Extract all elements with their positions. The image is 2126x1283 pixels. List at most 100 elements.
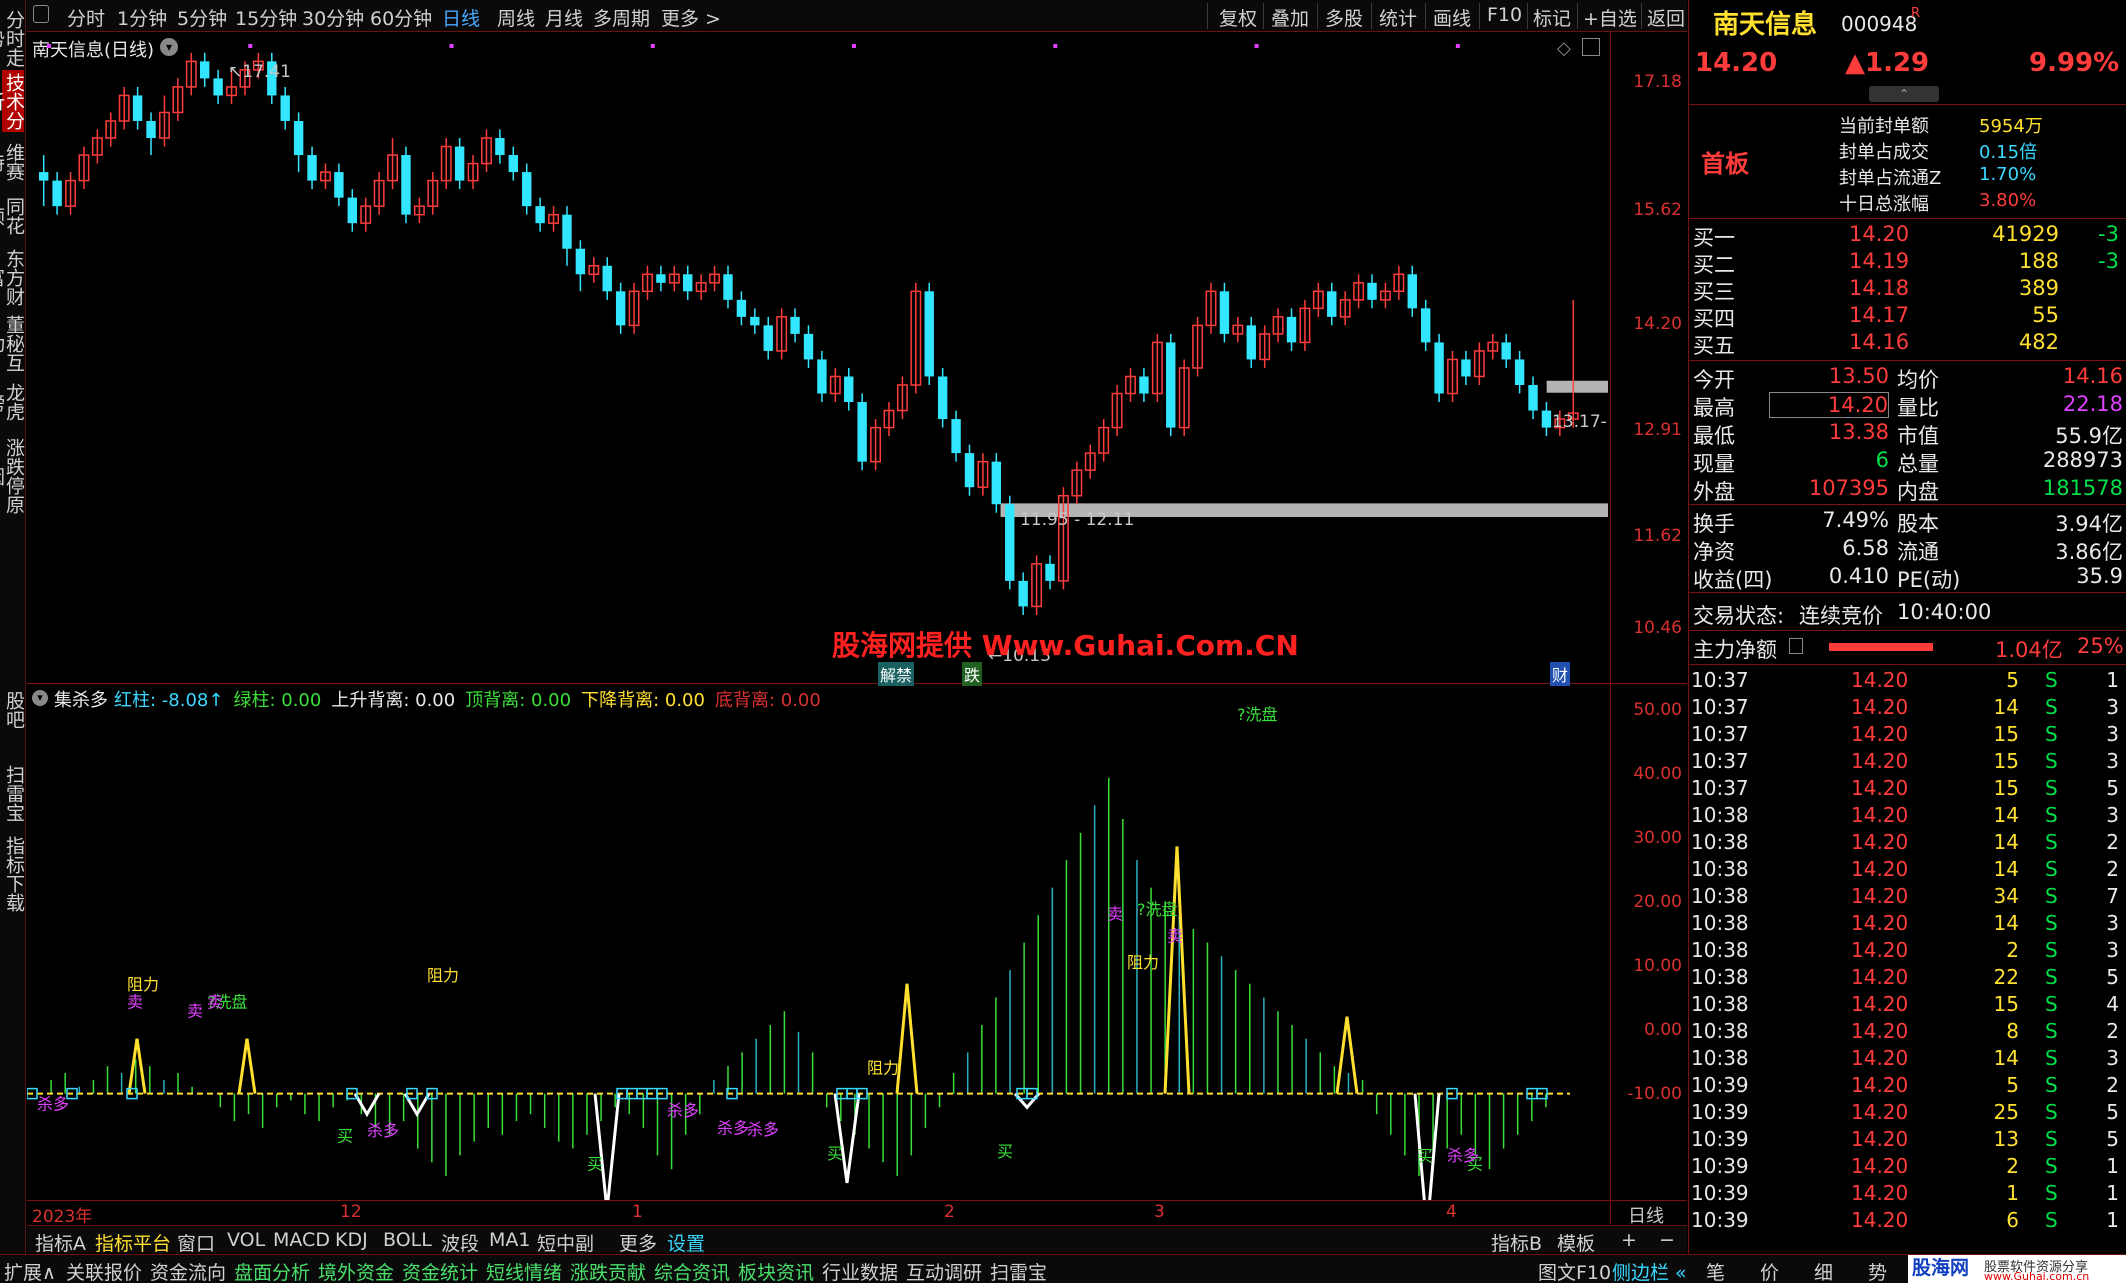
bid-row[interactable]: 买四 14.17 55 <box>1689 303 2126 331</box>
more-tab[interactable]: 更多 <box>619 1229 657 1256</box>
tab-trend[interactable]: 势 <box>1868 1258 1887 1283</box>
seal-value: 0.15倍 <box>1979 142 2038 163</box>
tab-limit-reason[interactable]: 涨跌停原因 <box>0 430 25 522</box>
tick-row: 10:37 14.20 15 S 3 <box>1691 722 2119 746</box>
candle <box>413 197 425 224</box>
tab-secretary[interactable]: 董秘互动 <box>0 312 25 374</box>
tab-tonghuashun[interactable]: 同花顺 <box>0 192 25 240</box>
template-tab[interactable]: 模板 <box>1557 1229 1595 1256</box>
period-tab-more[interactable]: 更多 > <box>661 4 721 31</box>
macd-tab[interactable]: MACD <box>273 1229 330 1251</box>
saoleibao-tab[interactable]: 扫雷宝 <box>990 1258 1047 1283</box>
zoom-in-button[interactable]: + <box>1621 1229 1637 1251</box>
toggle-panel-icon[interactable] <box>33 5 49 23</box>
candle-body <box>1541 410 1552 428</box>
short-sentiment-tab[interactable]: 短线情绪 <box>486 1258 562 1283</box>
zoom-out-button[interactable]: − <box>1659 1229 1675 1251</box>
period-tab-5min[interactable]: 5分钟 <box>177 4 227 31</box>
contribution-tab[interactable]: 涨跌贡献 <box>570 1258 646 1283</box>
tab-detail[interactable]: 细 <box>1814 1258 1833 1283</box>
candle-body <box>293 120 304 156</box>
tab-dragon-tiger[interactable]: 龙虎榜 <box>0 378 25 426</box>
market-analysis-tab[interactable]: 盘面分析 <box>234 1258 310 1283</box>
period-tab-15min[interactable]: 15分钟 <box>235 4 297 31</box>
indicator-a-tab[interactable]: 指标A <box>35 1229 86 1256</box>
candle-body <box>736 299 747 317</box>
ma1-tab[interactable]: MA1 <box>489 1229 530 1251</box>
indicator-options-icon[interactable]: ▾ <box>32 690 48 706</box>
tab-weisaite[interactable]: 维赛特 <box>0 138 25 186</box>
f10-button[interactable]: F10 <box>1487 4 1522 26</box>
wave-tab[interactable]: 波段 <box>441 1229 479 1256</box>
tab-guba[interactable]: 股吧 <box>2 690 25 730</box>
capital-flow-tab[interactable]: 资金流向 <box>150 1258 226 1283</box>
drop-marker[interactable]: 跌 <box>962 662 983 686</box>
bid-row[interactable]: 买三 14.18 389 <box>1689 276 2126 304</box>
indicator-axis-label: 10.00 <box>1633 956 1682 976</box>
candle-body <box>1367 282 1377 300</box>
restore-rights-button[interactable]: 复权 <box>1219 4 1257 31</box>
period-tab-60min[interactable]: 60分钟 <box>370 4 432 31</box>
foreign-capital-tab[interactable]: 境外资金 <box>318 1258 394 1283</box>
draw-line-button[interactable]: 画线 <box>1433 4 1471 31</box>
stat-row: 最低 13.38 市值 55.9亿 <box>1693 420 2123 448</box>
sidebar-toggle[interactable]: 侧边栏 « <box>1612 1258 1687 1283</box>
vol-tab[interactable]: VOL <box>227 1229 265 1251</box>
tab-price[interactable]: 价 <box>1760 1258 1779 1283</box>
related-quote-tab[interactable]: 关联报价 <box>66 1258 142 1283</box>
short-mid-tab[interactable]: 短中副 <box>537 1229 594 1256</box>
statistics-button[interactable]: 统计 <box>1379 4 1417 31</box>
tab-ticks[interactable]: 笔 <box>1706 1258 1725 1283</box>
expand-button[interactable]: 扩展∧ <box>4 1258 56 1283</box>
f10-graphic-tab[interactable]: 图文F10 <box>1538 1258 1611 1283</box>
tab-intraday[interactable]: 分时走势 <box>0 8 25 68</box>
period-tab-daily[interactable]: 日线 <box>442 4 480 31</box>
tab-eastmoney[interactable]: 东方财富 <box>0 246 25 308</box>
collapse-icon[interactable]: ⌃ <box>1869 86 1939 102</box>
back-button[interactable]: 返回 <box>1647 4 1685 31</box>
tab-indicator-download[interactable]: 指标下载 <box>2 836 25 912</box>
candlestick-chart[interactable] <box>27 32 1610 682</box>
tick-row: 10:39 14.20 13 S 5 <box>1691 1127 2119 1151</box>
flow-detail-icon[interactable] <box>1789 638 1803 654</box>
candle <box>870 419 882 471</box>
window-tab[interactable]: 窗口 <box>177 1229 215 1256</box>
multi-stock-button[interactable]: 多股 <box>1325 4 1363 31</box>
settings-tab[interactable]: 设置 <box>667 1229 705 1256</box>
candle-body <box>750 316 760 326</box>
candle-body <box>924 291 934 377</box>
period-tab-1min[interactable]: 1分钟 <box>117 4 167 31</box>
finance-marker[interactable]: 财 <box>1550 662 1571 686</box>
period-tab-intraday[interactable]: 分时 <box>67 4 105 31</box>
period-tab-multi[interactable]: 多周期 <box>593 4 650 31</box>
bid-row[interactable]: 买二 14.19 188 -3 <box>1689 249 2126 277</box>
period-tab-monthly[interactable]: 月线 <box>545 4 583 31</box>
indicator-chart[interactable]: 阻力卖 ?洗盘卖阻力卖阻力阻力?洗盘卖卖?洗盘买买买买买买杀多杀多杀多杀多杀多杀多 <box>27 706 1610 1200</box>
unlock-marker[interactable]: 解禁 <box>878 662 915 686</box>
signal-dot <box>1254 44 1259 48</box>
capital-stats-tab[interactable]: 资金统计 <box>402 1258 478 1283</box>
kdj-tab[interactable]: KDJ <box>335 1229 368 1251</box>
stock-name: 南天信息 <box>1713 10 1818 40</box>
bid-row[interactable]: 买五 14.16 482 <box>1689 330 2126 358</box>
tab-saoleibao[interactable]: 扫雷宝 <box>2 764 25 822</box>
news-tab[interactable]: 综合资讯 <box>654 1258 730 1283</box>
bid-row[interactable]: 买一 14.20 41929 -3 <box>1689 222 2126 250</box>
tab-technical[interactable]: 技术分析 <box>0 70 25 132</box>
indicator-platform-tab[interactable]: 指标平台 <box>95 1229 171 1256</box>
industry-data-tab[interactable]: 行业数据 <box>822 1258 898 1283</box>
candle <box>481 129 492 173</box>
signal-annotation: 卖 <box>187 1001 203 1020</box>
boll-tab[interactable]: BOLL <box>383 1229 432 1251</box>
mark-button[interactable]: 标记 <box>1533 4 1571 31</box>
sector-news-tab[interactable]: 板块资讯 <box>738 1258 814 1283</box>
x-axis-label: 2023年 <box>32 1207 93 1227</box>
signal-annotation: ?洗盘 <box>1137 900 1178 919</box>
overlay-button[interactable]: 叠加 <box>1271 4 1309 31</box>
period-tab-30min[interactable]: 30分钟 <box>302 4 364 31</box>
period-tab-weekly[interactable]: 周线 <box>497 4 535 31</box>
interactive-research-tab[interactable]: 互动调研 <box>906 1258 982 1283</box>
quote-panel: 南天信息 000948 R 14.20 ▲1.29 9.99% ⌃ 首板 当前封… <box>1688 0 2126 1254</box>
add-watchlist-button[interactable]: +自选 <box>1583 4 1637 31</box>
indicator-b-tab[interactable]: 指标B <box>1491 1229 1542 1256</box>
